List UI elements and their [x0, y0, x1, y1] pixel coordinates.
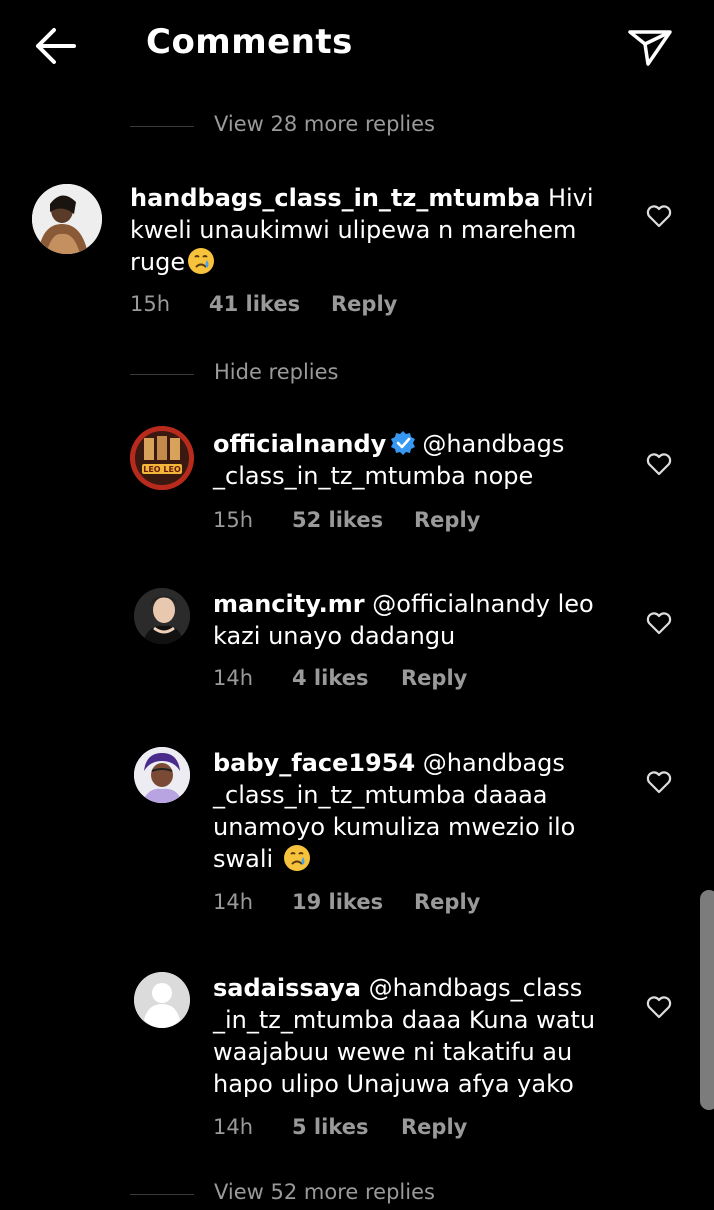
- comment-likes[interactable]: 41 likes: [209, 292, 300, 316]
- comment-time: 15h: [213, 508, 254, 532]
- avatar-logo-text: LEO LEO: [143, 465, 181, 474]
- comment-meta: 14h 5 likes Reply: [213, 1115, 513, 1143]
- comment-meta: 14h 4 likes Reply: [213, 666, 513, 694]
- comment-username[interactable]: officialnandy: [213, 430, 386, 458]
- comment-likes[interactable]: 4 likes: [292, 666, 368, 690]
- comment-likes[interactable]: 19 likes: [292, 890, 383, 914]
- crying-face-icon: [188, 248, 215, 274]
- comment-text: mancity.mr @officialnandy leo kazi unayo…: [213, 588, 594, 652]
- comment-body-line: waajabuu wewe ni takatifu au: [213, 1038, 573, 1066]
- comment-body-line: _class_in_tz_mtumba nope: [213, 462, 534, 490]
- comment-time: 15h: [130, 292, 171, 316]
- comment-body-line: hapo ulipo Unajuwa afya yako: [213, 1070, 574, 1098]
- comment-meta: 14h 19 likes Reply: [213, 890, 513, 918]
- default-avatar-icon: [134, 972, 190, 1028]
- comment-body-line: kweli unaukimwi ulipewa n marehem: [130, 216, 577, 244]
- avatar-photo: [134, 588, 190, 644]
- comment-username[interactable]: mancity.mr: [213, 590, 365, 618]
- hide-replies-label: Hide replies: [214, 360, 339, 384]
- crying-face-icon: [283, 845, 310, 871]
- comment-item: sadaissaya @handbags_class _in_tz_mtumba…: [0, 970, 714, 1145]
- comment-text: baby_face1954 @handbags _class_in_tz_mtu…: [213, 747, 575, 875]
- comment-meta: 15h 52 likes Reply: [213, 508, 513, 536]
- comment-body-line: ruge: [130, 248, 186, 276]
- comment-body-line: swali: [213, 845, 274, 873]
- comment-text: officialnandy @handbags _class_in_tz_mtum…: [213, 428, 564, 492]
- comment-item: baby_face1954 @handbags _class_in_tz_mtu…: [0, 745, 714, 920]
- heart-icon[interactable]: [646, 204, 672, 228]
- comment-body-line: @officialnandy leo: [372, 590, 594, 618]
- view-more-replies-label: View 28 more replies: [214, 112, 435, 136]
- comment-body-line: @handbags: [422, 749, 565, 777]
- reply-button[interactable]: Reply: [401, 666, 467, 690]
- comment-text: sadaissaya @handbags_class _in_tz_mtumba…: [213, 972, 595, 1100]
- avatar[interactable]: [134, 747, 190, 803]
- comment-username[interactable]: baby_face1954: [213, 749, 415, 777]
- thread-divider: [130, 126, 194, 127]
- comment-body-line: kazi unayo dadangu: [213, 622, 456, 650]
- avatar-photo: LEO LEO: [130, 426, 194, 490]
- comment-username[interactable]: handbags_class_in_tz_mtumba: [130, 184, 540, 212]
- comment-text: handbags_class_in_tz_mtumba Hivi kweli u…: [130, 182, 594, 278]
- scrollbar-thumb[interactable]: [700, 890, 714, 1110]
- comment-time: 14h: [213, 890, 254, 914]
- comment-likes[interactable]: 52 likes: [292, 508, 383, 532]
- comment-item: LEO LEO officialnandy @handbags _class_in…: [0, 426, 714, 536]
- comment-body-line: _class_in_tz_mtumba daaaa: [213, 781, 548, 809]
- thread-divider: [130, 374, 194, 375]
- reply-button[interactable]: Reply: [414, 508, 480, 532]
- comment-meta: 15h 41 likes Reply: [130, 292, 430, 320]
- avatar[interactable]: [32, 184, 102, 254]
- avatar[interactable]: [134, 588, 190, 644]
- avatar-photo: [134, 747, 190, 803]
- back-button[interactable]: [28, 22, 84, 70]
- heart-icon[interactable]: [646, 995, 672, 1019]
- avatar[interactable]: LEO LEO: [130, 426, 194, 490]
- avatar-photo: [32, 184, 102, 254]
- comment-time: 14h: [213, 666, 254, 690]
- comment-body-line: _in_tz_mtumba daaa Kuna watu: [213, 1006, 596, 1034]
- reply-button[interactable]: Reply: [331, 292, 397, 316]
- reply-button[interactable]: Reply: [401, 1115, 467, 1139]
- heart-icon[interactable]: [646, 611, 672, 635]
- comment-username[interactable]: sadaissaya: [213, 974, 361, 1002]
- comment-item: handbags_class_in_tz_mtumba Hivi kweli u…: [0, 180, 714, 320]
- share-button[interactable]: [624, 24, 676, 70]
- heart-icon[interactable]: [646, 452, 672, 476]
- verified-badge-icon: [391, 431, 416, 455]
- comment-time: 14h: [213, 1115, 254, 1139]
- top-bar: Comments: [0, 0, 714, 96]
- view-more-replies-label: View 52 more replies: [214, 1180, 435, 1204]
- page-title: Comments: [146, 22, 353, 62]
- comment-body-line: unamoyo kumuliza mwezio ilo: [213, 813, 576, 841]
- comment-likes[interactable]: 5 likes: [292, 1115, 368, 1139]
- reply-button[interactable]: Reply: [414, 890, 480, 914]
- thread-divider: [130, 1194, 194, 1195]
- comment-body-line: Hivi: [547, 184, 594, 212]
- comment-body-line: @handbags_class: [368, 974, 583, 1002]
- comment-item: mancity.mr @officialnandy leo kazi unayo…: [0, 586, 714, 696]
- heart-icon[interactable]: [646, 770, 672, 794]
- comment-body-line: @handbags: [422, 430, 565, 458]
- paper-plane-icon: [628, 30, 672, 66]
- arrow-left-icon: [36, 28, 76, 64]
- avatar[interactable]: [134, 972, 190, 1028]
